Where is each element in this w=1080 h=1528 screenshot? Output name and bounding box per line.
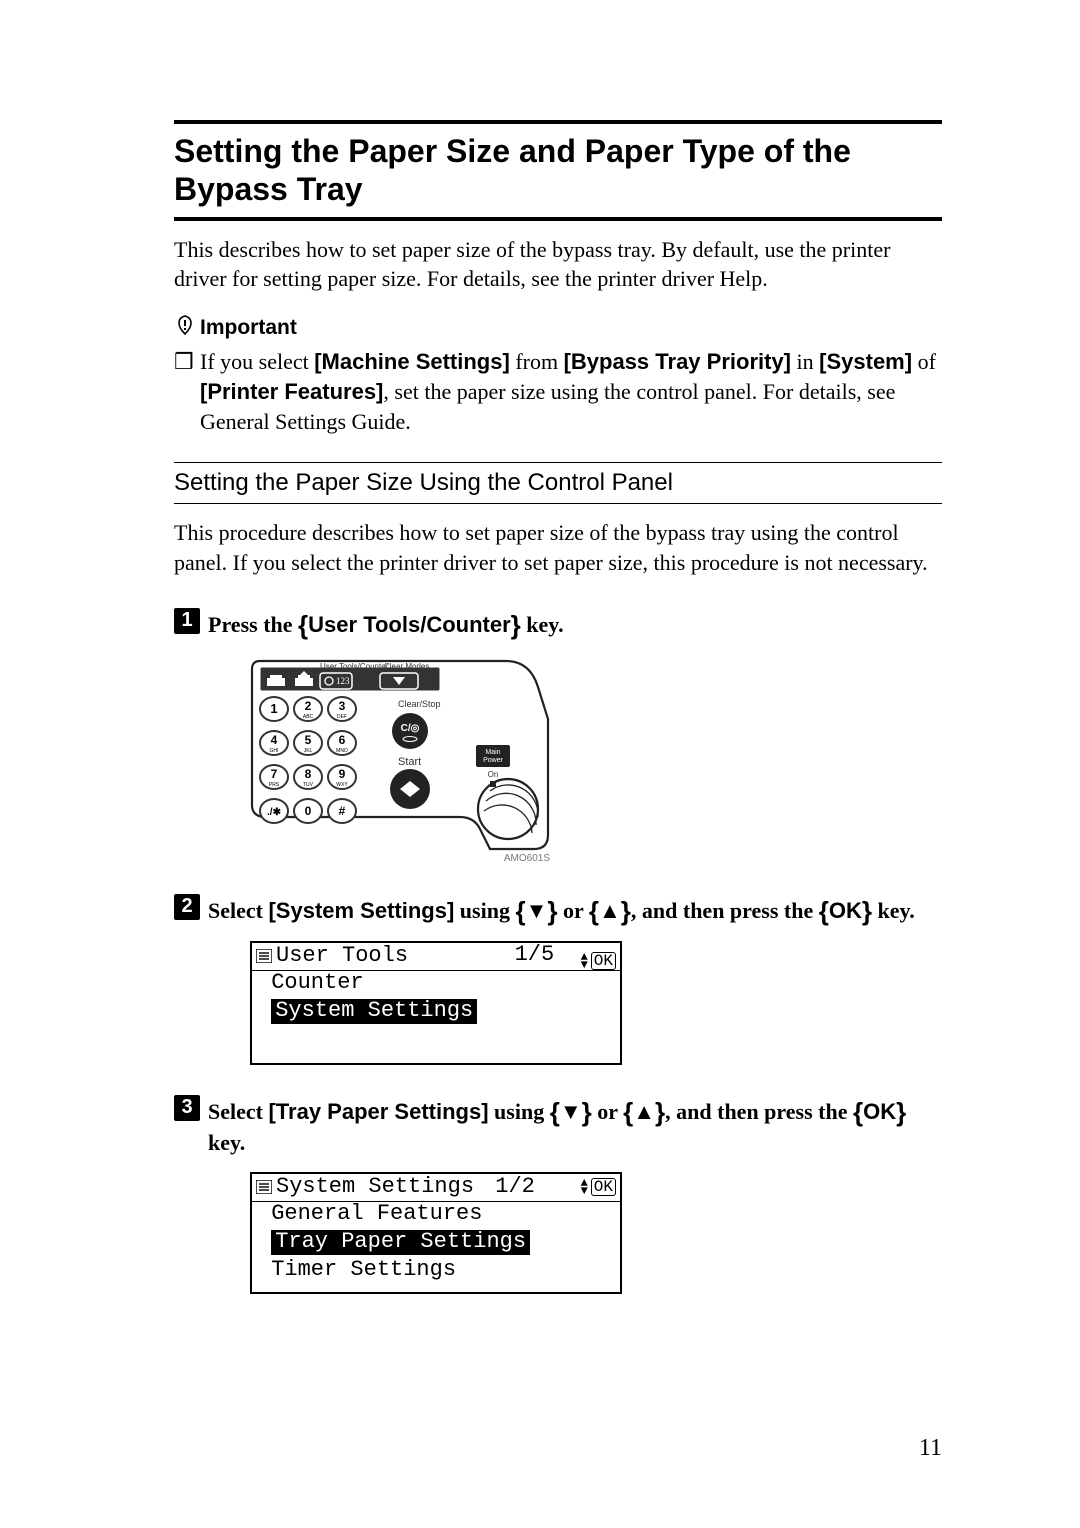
step-number-3: 3 — [174, 1095, 200, 1121]
lcd-panel-1: User Tools 1/5 ▲▼OK Counter System Setti… — [250, 941, 622, 1065]
svg-text:3: 3 — [339, 699, 346, 713]
svg-text:Main: Main — [485, 749, 500, 756]
lcd2-page: 1/2 — [495, 1175, 535, 1200]
step-number-2: 2 — [174, 894, 200, 920]
subsection-heading: Setting the Paper Size Using the Control… — [174, 469, 942, 497]
lcd-panel-2: System Settings 1/2 ▲▼OK General Feature… — [250, 1172, 622, 1294]
svg-text:0: 0 — [305, 804, 312, 818]
svg-text:PRS: PRS — [269, 782, 280, 788]
svg-text:Power: Power — [483, 757, 504, 764]
step-2-text: Select [System Settings] using {▼} or {▲… — [208, 892, 942, 927]
figure-code: AMO601S — [250, 853, 550, 864]
lcd2-ok: OK — [591, 1178, 616, 1196]
svg-text:4: 4 — [271, 733, 278, 747]
keypad-figure: 123 User Tools/Counter Clear Modes 1 2AB… — [250, 659, 942, 864]
step-number-1: 1 — [174, 608, 200, 634]
svg-text:ABC: ABC — [303, 714, 314, 720]
lcd1-title: User Tools — [276, 944, 408, 969]
svg-text:User Tools/Counter: User Tools/Counter — [320, 662, 389, 671]
svg-text:MNO: MNO — [336, 748, 348, 754]
lcd1-ok: OK — [591, 952, 616, 970]
svg-text:DEF: DEF — [337, 714, 347, 720]
svg-text:5: 5 — [305, 733, 312, 747]
svg-text:#: # — [339, 804, 346, 818]
svg-text:GHI: GHI — [270, 748, 279, 754]
bullet-text: If you select [Machine Settings] from [B… — [200, 347, 942, 436]
lcd2-row1: General Features — [252, 1202, 620, 1230]
lcd1-row1: Counter — [252, 971, 620, 999]
bullet-icon: ❒ — [174, 347, 200, 436]
page-number: 11 — [919, 1435, 942, 1462]
lcd1-row2: System Settings — [252, 999, 620, 1027]
important-label: Important — [200, 316, 297, 340]
svg-text:6: 6 — [339, 733, 346, 747]
important-icon — [174, 314, 196, 341]
svg-text:7: 7 — [271, 767, 278, 781]
svg-text:JKL: JKL — [304, 748, 313, 754]
svg-text:Clear Modes: Clear Modes — [384, 662, 429, 671]
svg-text:Start: Start — [398, 756, 421, 768]
svg-text:Clear/Stop: Clear/Stop — [398, 699, 441, 709]
svg-text:9: 9 — [339, 767, 346, 781]
step-3-text: Select [Tray Paper Settings] using {▼} o… — [208, 1093, 942, 1158]
para2: This procedure describes how to set pape… — [174, 518, 942, 577]
lcd2-row3: Timer Settings — [252, 1258, 620, 1286]
svg-text:2: 2 — [305, 699, 312, 713]
list-icon — [256, 1180, 272, 1194]
lcd1-page: 1/5 — [515, 942, 555, 967]
svg-text:WXY: WXY — [336, 782, 348, 788]
section-heading: Setting the Paper Size and Paper Type of… — [174, 132, 942, 209]
step-1-text: Press the {User Tools/Counter} key. — [208, 606, 942, 641]
svg-text:./✱: ./✱ — [267, 807, 282, 818]
lcd2-title: System Settings — [276, 1175, 474, 1200]
svg-text:1: 1 — [270, 701, 277, 716]
svg-text:8: 8 — [305, 767, 312, 781]
svg-text:TUV: TUV — [303, 782, 314, 788]
svg-text:123: 123 — [336, 676, 350, 686]
svg-text:C/◎: C/◎ — [401, 723, 420, 734]
lcd2-row2: Tray Paper Settings — [252, 1230, 620, 1258]
list-icon — [256, 949, 272, 963]
svg-text:On: On — [488, 770, 499, 779]
intro-paragraph: This describes how to set paper size of … — [174, 235, 942, 294]
